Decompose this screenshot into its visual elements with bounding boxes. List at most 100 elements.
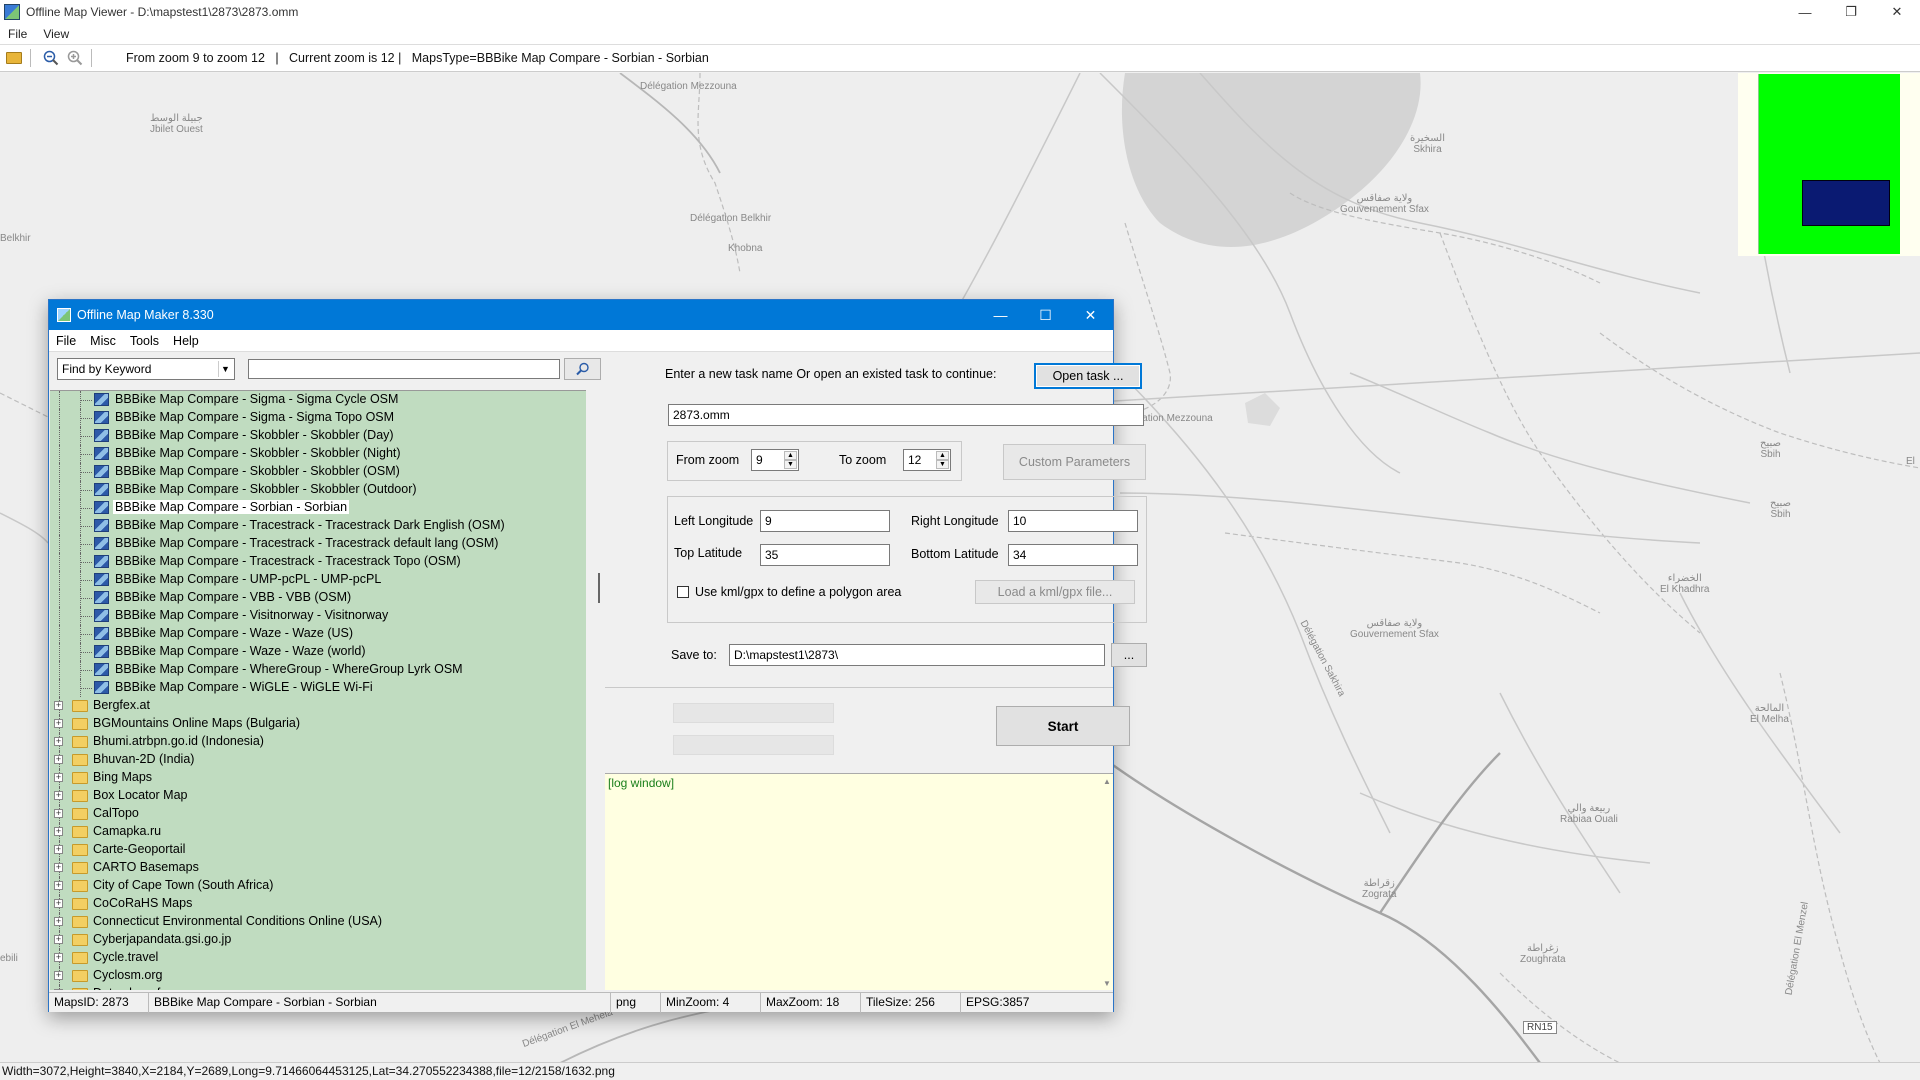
overview-viewport[interactable] — [1802, 180, 1890, 226]
log-scrollbar[interactable]: ▲ ▼ — [1101, 774, 1113, 991]
tree-item-label: BBBike Map Compare - Tracestrack - Trace… — [115, 518, 505, 532]
menu-tools[interactable]: Tools — [123, 334, 166, 348]
overview-minimap[interactable] — [1738, 73, 1920, 256]
expand-icon[interactable]: + — [54, 755, 63, 764]
to-zoom-stepper[interactable]: 12 ▲ ▼ — [903, 449, 951, 471]
close-button[interactable]: ✕ — [1874, 0, 1920, 24]
zoom-in-icon[interactable] — [65, 48, 85, 68]
left-longitude-field[interactable]: 9 — [760, 510, 890, 532]
expand-icon[interactable]: + — [54, 791, 63, 800]
load-kml-button[interactable]: Load a kml/gpx file... — [975, 580, 1135, 604]
tree-map-item[interactable]: BBBike Map Compare - Skobbler - Skobbler… — [50, 445, 586, 463]
log-window[interactable]: [log window] ▲ ▼ — [605, 773, 1113, 990]
tree-map-item[interactable]: BBBike Map Compare - Skobbler - Skobbler… — [50, 427, 586, 445]
tree-folder[interactable]: + Box Locator Map — [50, 787, 586, 805]
dialog-maximize-button[interactable]: ☐ — [1023, 300, 1068, 330]
bottom-latitude-field[interactable]: 34 — [1008, 544, 1138, 566]
dialog-close-button[interactable]: ✕ — [1068, 300, 1113, 330]
tree-map-item[interactable]: BBBike Map Compare - Sigma - Sigma Cycle… — [50, 391, 586, 409]
scroll-up-icon[interactable]: ▲ — [1103, 777, 1111, 786]
tree-map-item[interactable]: BBBike Map Compare - Visitnorway - Visit… — [50, 607, 586, 625]
tree-folder[interactable]: + Camapka.ru — [50, 823, 586, 841]
tree-folder[interactable]: + CalTopo — [50, 805, 586, 823]
tree-map-item[interactable]: BBBike Map Compare - WhereGroup - WhereG… — [50, 661, 586, 679]
tree-folder[interactable]: + Bhuvan-2D (India) — [50, 751, 586, 769]
restore-button[interactable]: ❐ — [1828, 0, 1874, 24]
tree-folder[interactable]: + BGMountains Online Maps (Bulgaria) — [50, 715, 586, 733]
expand-icon[interactable]: + — [54, 989, 63, 990]
tree-folder[interactable]: + Carte-Geoportail — [50, 841, 586, 859]
open-task-button[interactable]: Open task ... — [1034, 363, 1142, 389]
expand-icon[interactable]: + — [54, 935, 63, 944]
tree-folder[interactable]: + Connecticut Environmental Conditions On… — [50, 913, 586, 931]
spin-up-icon[interactable]: ▲ — [784, 451, 797, 460]
expand-icon[interactable]: + — [54, 971, 63, 980]
expand-icon[interactable]: + — [54, 773, 63, 782]
tree-folder[interactable]: + Cycle.travel — [50, 949, 586, 967]
pane-splitter[interactable] — [595, 353, 603, 992]
tree-map-item[interactable]: BBBike Map Compare - WiGLE - WiGLE Wi-Fi — [50, 679, 586, 697]
tree-map-item[interactable]: BBBike Map Compare - Tracestrack - Trace… — [50, 535, 586, 553]
menu-file[interactable]: File — [0, 27, 35, 41]
tree-folder[interactable]: + Data.shom.fr — [50, 985, 586, 990]
folder-icon — [72, 916, 88, 928]
map-source-tree[interactable]: BBBike Map Compare - Sigma - Sigma Cycle… — [50, 390, 586, 990]
tree-folder[interactable]: + Bhumi.atrbpn.go.id (Indonesia) — [50, 733, 586, 751]
expand-icon[interactable]: + — [54, 719, 63, 728]
tree-folder[interactable]: + City of Cape Town (South Africa) — [50, 877, 586, 895]
expand-icon[interactable]: + — [54, 845, 63, 854]
tree-item-label: BBBike Map Compare - Skobbler - Skobbler… — [115, 446, 401, 460]
tree-map-item[interactable]: BBBike Map Compare - UMP-pcPL - UMP-pcPL — [50, 571, 586, 589]
search-mode-dropdown[interactable]: Find by Keyword ▼ — [57, 358, 235, 380]
tree-map-item[interactable]: BBBike Map Compare - Waze - Waze (world) — [50, 643, 586, 661]
expand-icon[interactable]: + — [54, 737, 63, 746]
menu-help[interactable]: Help — [166, 334, 206, 348]
right-longitude-field[interactable]: 10 — [1008, 510, 1138, 532]
expand-icon[interactable]: + — [54, 863, 63, 872]
tree-map-item[interactable]: BBBike Map Compare - VBB - VBB (OSM) — [50, 589, 586, 607]
spin-down-icon[interactable]: ▼ — [936, 460, 949, 469]
expand-icon[interactable]: + — [54, 809, 63, 818]
tree-folder-label: Bing Maps — [93, 770, 153, 784]
tree-map-item[interactable]: BBBike Map Compare - Skobbler - Skobbler… — [50, 463, 586, 481]
zoom-out-icon[interactable] — [41, 48, 61, 68]
open-folder-icon[interactable] — [4, 48, 24, 68]
spin-up-icon[interactable]: ▲ — [936, 451, 949, 460]
tree-map-item[interactable]: BBBike Map Compare - Sorbian - Sorbian — [50, 499, 586, 517]
menu-misc[interactable]: Misc — [83, 334, 123, 348]
task-name-field[interactable]: 2873.omm — [668, 404, 1144, 426]
browse-button[interactable]: ... — [1111, 643, 1147, 667]
kml-checkbox[interactable] — [677, 586, 689, 598]
expand-icon[interactable]: + — [54, 917, 63, 926]
save-path-field[interactable]: D:\mapstest1\2873\ — [729, 644, 1105, 666]
menu-file[interactable]: File — [49, 334, 83, 348]
tree-map-item[interactable]: BBBike Map Compare - Waze - Waze (US) — [50, 625, 586, 643]
dialog-title-bar[interactable]: Offline Map Maker 8.330 — ☐ ✕ — [49, 300, 1113, 330]
chevron-down-icon[interactable]: ▼ — [218, 361, 232, 377]
tree-folder[interactable]: + Bing Maps — [50, 769, 586, 787]
tree-map-item[interactable]: BBBike Map Compare - Skobbler - Skobbler… — [50, 481, 586, 499]
expand-icon[interactable]: + — [54, 881, 63, 890]
from-zoom-stepper[interactable]: 9 ▲ ▼ — [751, 449, 799, 471]
tree-folder[interactable]: + Bergfex.at — [50, 697, 586, 715]
expand-icon[interactable]: + — [54, 953, 63, 962]
expand-icon[interactable]: + — [54, 899, 63, 908]
scroll-down-icon[interactable]: ▼ — [1103, 979, 1111, 988]
start-button[interactable]: Start — [996, 706, 1130, 746]
tree-map-item[interactable]: BBBike Map Compare - Tracestrack - Trace… — [50, 517, 586, 535]
spin-down-icon[interactable]: ▼ — [784, 460, 797, 469]
tree-folder[interactable]: + CoCoRaHS Maps — [50, 895, 586, 913]
expand-icon[interactable]: + — [54, 827, 63, 836]
expand-icon[interactable]: + — [54, 701, 63, 710]
search-input[interactable] — [248, 359, 560, 379]
tree-map-item[interactable]: BBBike Map Compare - Sigma - Sigma Topo … — [50, 409, 586, 427]
tree-folder[interactable]: + Cyberjapandata.gsi.go.jp — [50, 931, 586, 949]
dialog-minimize-button[interactable]: — — [978, 300, 1023, 330]
top-latitude-field[interactable]: 35 — [760, 544, 890, 566]
menu-view[interactable]: View — [35, 27, 77, 41]
tree-map-item[interactable]: BBBike Map Compare - Tracestrack - Trace… — [50, 553, 586, 571]
custom-parameters-button[interactable]: Custom Parameters — [1003, 444, 1146, 480]
tree-folder[interactable]: + CARTO Basemaps — [50, 859, 586, 877]
minimize-button[interactable]: — — [1782, 0, 1828, 24]
tree-folder[interactable]: + Cyclosm.org — [50, 967, 586, 985]
